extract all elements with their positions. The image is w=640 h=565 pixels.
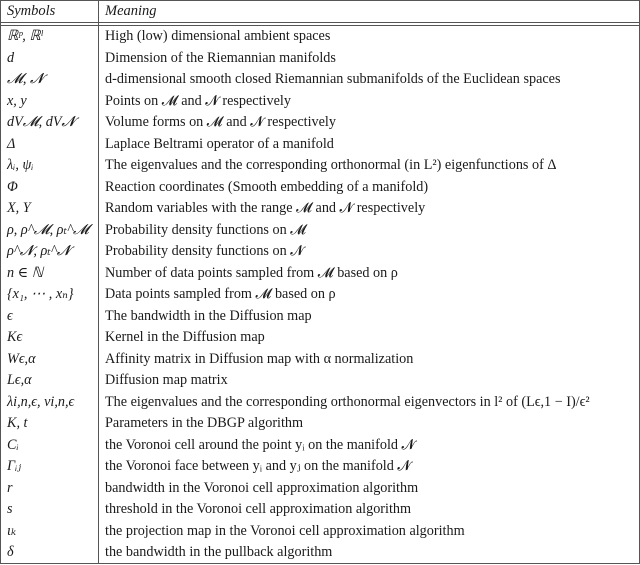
table-row: Γᵢⱼ the Voronoi face between yᵢ and yⱼ on…	[1, 456, 639, 478]
symbol-cell: ρ, ρ^𝓜, ρₜ^𝓜	[7, 221, 89, 238]
table-row: ϵ The bandwidth in the Diffusion map	[1, 306, 639, 328]
table-body: ℝᵖ, ℝˡ High (low) dimensional ambient spa…	[1, 25, 639, 564]
table-row: Cᵢ the Voronoi cell around the point yᵢ o…	[1, 435, 639, 457]
table-row: x, y Points on 𝓜 and 𝓝 respectively	[1, 91, 639, 113]
symbol-cell: r	[7, 479, 13, 496]
meaning-cell: Kernel in the Diffusion map	[105, 329, 265, 345]
table-row: ℝᵖ, ℝˡ High (low) dimensional ambient spa…	[1, 26, 639, 48]
column-divider	[98, 1, 99, 563]
meaning-cell: the projection map in the Voronoi cell a…	[105, 522, 465, 539]
symbol-cell: Δ	[7, 135, 16, 152]
header-meaning: Meaning	[105, 3, 157, 19]
symbol-cell: ℝᵖ, ℝˡ	[7, 28, 43, 44]
table-row: Kϵ Kernel in the Diffusion map	[1, 327, 639, 349]
symbol-cell: d	[7, 49, 15, 66]
meaning-cell: Diffusion map matrix	[105, 372, 228, 388]
symbol-cell: δ	[7, 544, 14, 560]
meaning-cell: Points on 𝓜 and 𝓝 respectively	[105, 92, 291, 109]
symbol-cell: X, Y	[7, 200, 31, 216]
meaning-cell: Volume forms on 𝓜 and 𝓝 respectively	[105, 114, 336, 130]
table-row: r bandwidth in the Voronoi cell approxima…	[1, 478, 639, 500]
table-row: n ∈ ℕ Number of data points sampled from …	[1, 263, 639, 285]
meaning-cell: Random variables with the range 𝓜 and 𝓝 …	[105, 200, 426, 216]
meaning-cell: Number of data points sampled from 𝓜 bas…	[105, 264, 398, 281]
table-row: K, t Parameters in the DBGP algorithm	[1, 413, 639, 435]
meaning-cell: Laplace Beltrami operator of a manifold	[105, 135, 334, 152]
symbol-cell: ϵ	[7, 307, 13, 324]
symbol-cell: x, y	[7, 92, 27, 109]
table-row: dV𝓜, dV𝓝 Volume forms on 𝓜 and 𝓝 respecti…	[1, 112, 639, 134]
table-row: Φ Reaction coordinates (Smooth embedding …	[1, 177, 639, 199]
meaning-cell: the bandwidth in the pullback algorithm	[105, 544, 333, 560]
table-row: 𝓜, 𝓝 d-dimensional smooth closed Riemanni…	[1, 69, 639, 91]
symbol-cell: ιₖ	[7, 522, 17, 539]
symbol-cell: n ∈ ℕ	[7, 264, 44, 281]
meaning-cell: Probability density functions on 𝓜	[105, 221, 307, 238]
symbol-cell: λi,n,ϵ, vi,n,ϵ	[7, 393, 75, 410]
symbol-cell: Kϵ	[7, 329, 23, 345]
meaning-cell: threshold in the Voronoi cell approximat…	[105, 501, 412, 517]
table-row: Δ Laplace Beltrami operator of a manifold	[1, 134, 639, 156]
meaning-cell: Affinity matrix in Diffusion map with α …	[105, 350, 414, 367]
symbol-cell: Cᵢ	[7, 436, 19, 453]
table-row: ιₖ the projection map in the Voronoi cell…	[1, 521, 639, 543]
table-row: X, Y Random variables with the range 𝓜 an…	[1, 198, 639, 220]
symbol-cell: λᵢ, ψᵢ	[7, 157, 34, 173]
table-row: Wϵ,α Affinity matrix in Diffusion map wit…	[1, 349, 639, 371]
table-row: λᵢ, ψᵢ The eigenvalues and the correspond…	[1, 155, 639, 177]
symbol-cell: Γᵢⱼ	[7, 458, 22, 474]
meaning-cell: The eigenvalues and the corresponding or…	[105, 393, 590, 410]
table-row: {x₁, ⋯ , xₙ} Data points sampled from 𝓜 b…	[1, 284, 639, 306]
table-row: ρ, ρ^𝓜, ρₜ^𝓜 Probability density function…	[1, 220, 639, 242]
symbol-cell: K, t	[7, 415, 28, 431]
meaning-cell: Probability density functions on 𝓝	[105, 243, 304, 259]
meaning-cell: Data points sampled from 𝓜 based on ρ	[105, 286, 336, 302]
header-symbols: Symbols	[7, 3, 56, 19]
symbol-cell: 𝓜, 𝓝	[7, 71, 44, 87]
symbol-cell: {x₁, ⋯ , xₙ}	[7, 286, 74, 302]
table-row: λi,n,ϵ, vi,n,ϵ The eigenvalues and the co…	[1, 392, 639, 414]
table-row: s threshold in the Voronoi cell approxima…	[1, 499, 639, 521]
table-row: ρ^𝓝, ρₜ^𝓝 Probability density functions o…	[1, 241, 639, 263]
notation-table: Symbols Meaning ℝᵖ, ℝˡ High (low) dimensi…	[0, 0, 640, 564]
meaning-cell: Parameters in the DBGP algorithm	[105, 415, 304, 431]
table-row: Lϵ,α Diffusion map matrix	[1, 370, 639, 392]
meaning-cell: The bandwidth in the Diffusion map	[105, 307, 312, 324]
meaning-cell: bandwidth in the Voronoi cell approximat…	[105, 479, 419, 496]
table-row: δ the bandwidth in the pullback algorithm	[1, 542, 639, 564]
symbol-cell: ρ^𝓝, ρₜ^𝓝	[7, 243, 71, 259]
symbol-cell: Lϵ,α	[7, 372, 32, 388]
symbol-cell: dV𝓜, dV𝓝	[7, 114, 76, 130]
symbol-cell: s	[7, 501, 13, 517]
meaning-cell: The eigenvalues and the corresponding or…	[105, 157, 557, 173]
meaning-cell: High (low) dimensional ambient spaces	[105, 28, 331, 44]
meaning-cell: Reaction coordinates (Smooth embedding o…	[105, 178, 429, 195]
table-header: Symbols Meaning	[1, 1, 639, 23]
symbol-cell: Φ	[7, 178, 18, 195]
meaning-cell: Dimension of the Riemannian manifolds	[105, 49, 336, 66]
symbol-cell: Wϵ,α	[7, 350, 36, 367]
meaning-cell: the Voronoi cell around the point yᵢ on …	[105, 436, 416, 453]
meaning-cell: the Voronoi face between yᵢ and yⱼ on th…	[105, 458, 411, 474]
meaning-cell: d-dimensional smooth closed Riemannian s…	[105, 71, 561, 87]
table-row: d Dimension of the Riemannian manifolds	[1, 48, 639, 70]
